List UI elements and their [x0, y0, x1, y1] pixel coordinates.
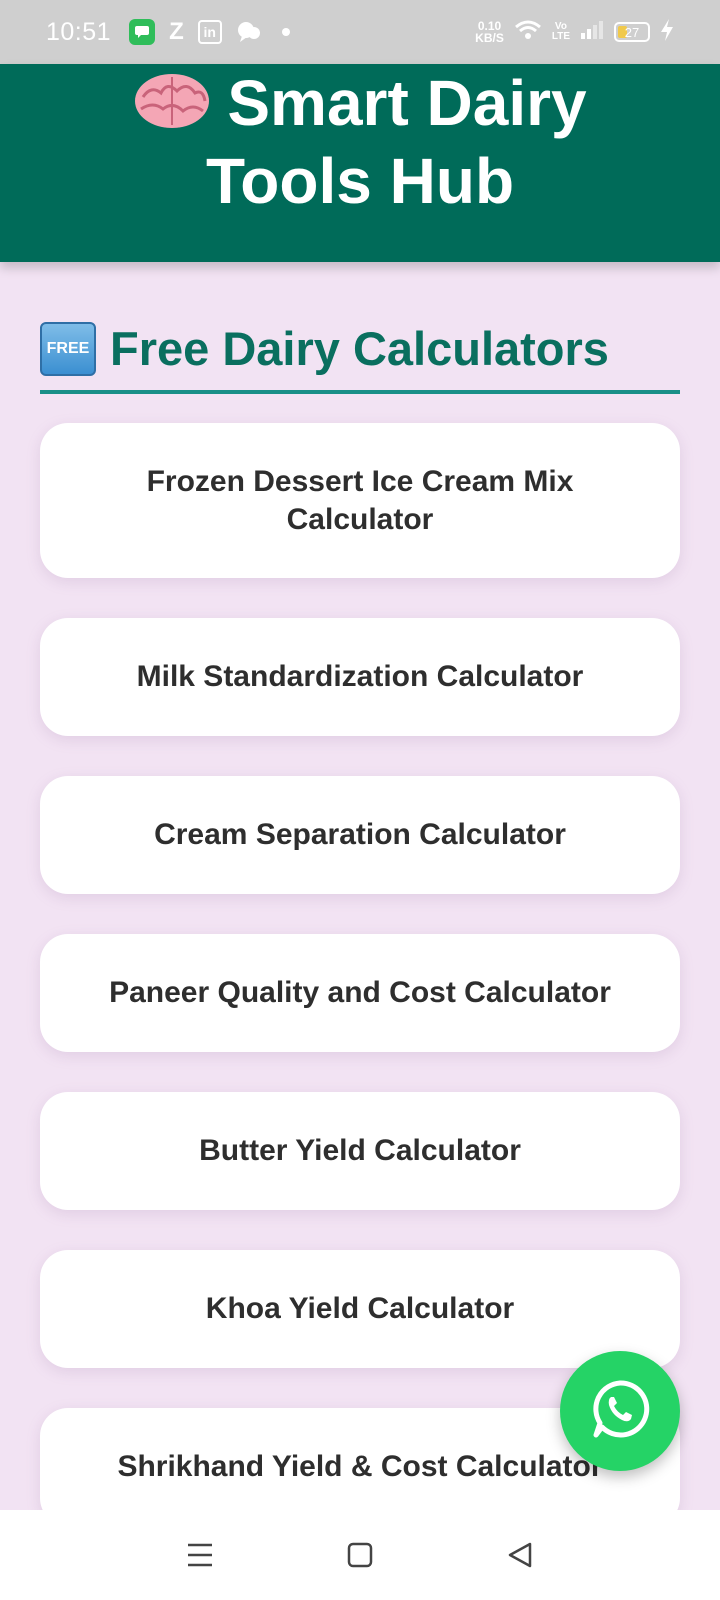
network-speed: 0.10 KB/S — [475, 20, 504, 44]
whatsapp-icon — [588, 1377, 652, 1446]
linkedin-icon: in — [197, 20, 222, 44]
status-bar: 10:51 Z in 0.10 KB/S Vo LTE 27 — [0, 0, 720, 64]
app-title: Smart Dairy Tools Hub — [60, 64, 660, 220]
back-triangle-icon[interactable] — [500, 1535, 540, 1575]
volte-indicator: Vo LTE — [552, 22, 570, 42]
home-square-icon[interactable] — [340, 1535, 380, 1575]
calculator-label: Frozen Dessert Ice Cream Mix Calculator — [146, 464, 574, 536]
section-title: Free Dairy Calculators — [110, 322, 609, 375]
status-right: 0.10 KB/S Vo LTE 27 — [475, 18, 674, 46]
charging-icon — [660, 18, 674, 46]
calculator-card-butter-yield[interactable]: Butter Yield Calculator — [40, 1092, 680, 1210]
menu-icon[interactable] — [180, 1535, 220, 1575]
calculator-label: Milk Standardization Calculator — [136, 660, 584, 693]
brain-icon — [133, 70, 211, 130]
calculator-label: Paneer Quality and Cost Calculator — [109, 976, 611, 1009]
whatsapp-button[interactable] — [560, 1351, 680, 1471]
free-badge-icon: FREE — [40, 322, 96, 376]
message-icon — [129, 19, 156, 45]
calculator-card-cream-separation[interactable]: Cream Separation Calculator — [40, 776, 680, 894]
wifi-icon — [514, 19, 542, 46]
network-speed-unit: KB/S — [475, 31, 504, 45]
calculator-label: Shrikhand Yield & Cost Calculator — [117, 1450, 603, 1483]
volte-line2: LTE — [551, 31, 570, 42]
calculator-card-milk-standardization[interactable]: Milk Standardization Calculator — [40, 618, 680, 736]
battery-icon: 27 — [614, 22, 650, 42]
battery-level: 27 — [624, 24, 640, 40]
section-heading: FREE Free Dairy Calculators — [40, 322, 680, 394]
calculator-label: Butter Yield Calculator — [199, 1134, 521, 1167]
calculator-card-khoa-yield[interactable]: Khoa Yield Calculator — [40, 1250, 680, 1368]
status-time: 10:51 — [46, 17, 112, 46]
calculator-card-ice-cream-mix[interactable]: Frozen Dessert Ice Cream Mix Calculator — [40, 423, 680, 578]
calculator-label: Cream Separation Calculator — [154, 818, 566, 851]
calculator-label: Khoa Yield Calculator — [205, 1292, 515, 1325]
bubble-icon — [236, 20, 262, 44]
signal-icon — [580, 19, 604, 46]
navigation-bar — [0, 1510, 720, 1600]
z-icon: Z — [169, 18, 184, 45]
app-header: Smart Dairy Tools Hub — [0, 64, 720, 262]
calculator-card-paneer-quality[interactable]: Paneer Quality and Cost Calculator — [40, 934, 680, 1052]
dot-icon — [281, 28, 290, 36]
app-title-text: Smart Dairy Tools Hub — [205, 67, 587, 217]
